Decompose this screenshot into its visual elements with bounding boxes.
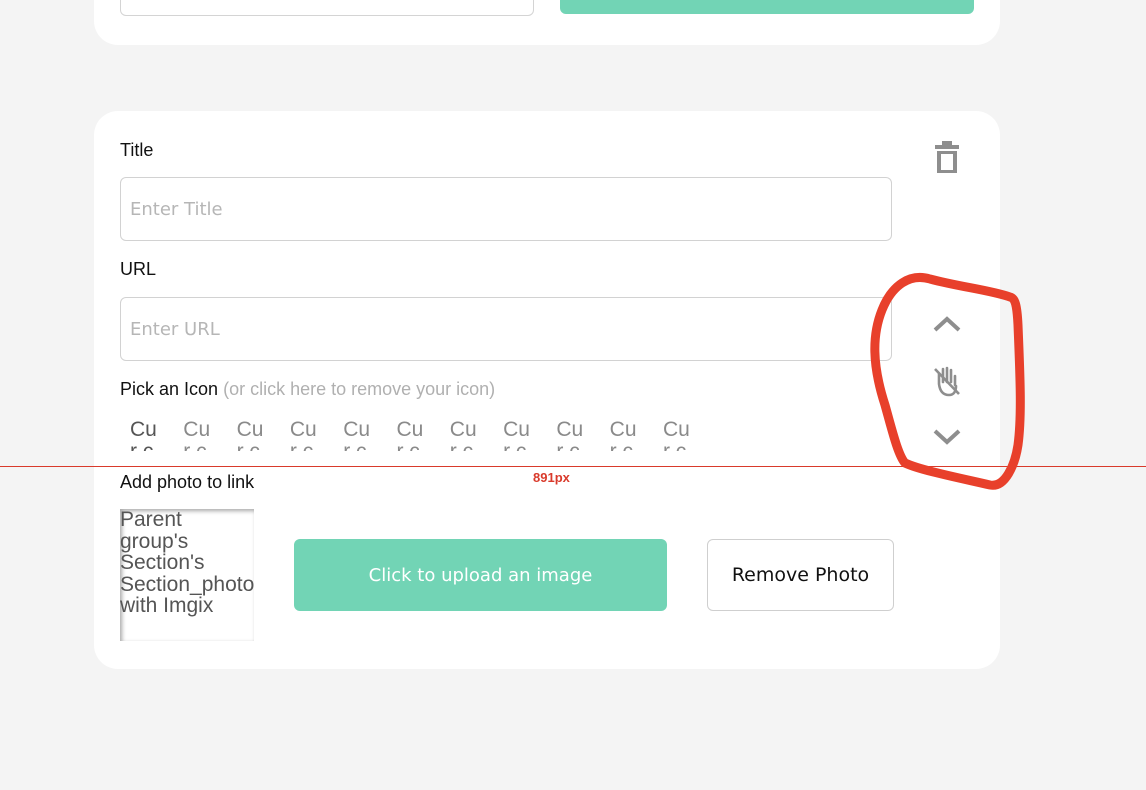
icon-picker-title: Pick an Icon [120,379,219,399]
icon-option[interactable]: Cur coll [503,419,536,451]
photo-preview: Parent group's Section's Section_photo w… [120,509,254,641]
title-input[interactable] [120,177,892,241]
ruler-width-label: 891px [533,470,570,485]
annotation-circle [870,273,1025,490]
previous-link-card [94,0,1000,45]
previous-action-button[interactable] [560,0,974,14]
remove-icon-link[interactable]: (or click here to remove your icon) [223,379,495,399]
url-input[interactable] [120,297,892,361]
trash-icon[interactable] [934,141,960,175]
icon-option[interactable]: Cur coll [237,419,270,451]
icon-option[interactable]: Cur coll [183,419,216,451]
url-label: URL [120,259,157,279]
title-label: Title [120,140,154,160]
icon-option[interactable]: Cur coll [396,419,429,451]
icon-picker-label: Pick an Icon (or click here to remove yo… [120,379,495,400]
upload-image-button[interactable]: Click to upload an image [294,539,667,611]
remove-photo-button[interactable]: Remove Photo [707,539,894,611]
add-photo-label: Add photo to link [120,472,255,492]
icon-option[interactable]: Cur coll [556,419,589,451]
icon-option[interactable]: Cur coll [610,419,643,451]
icon-option[interactable]: Cur coll [663,419,696,451]
icon-picker-row: Cur coll Cur coll Cur coll Cur coll Cur … [130,419,710,451]
icon-option[interactable]: Cur coll [343,419,376,451]
icon-option[interactable]: Cur coll [450,419,483,451]
icon-option[interactable]: Cur coll [290,419,323,451]
icon-option[interactable]: Cur coll [130,419,163,451]
previous-input-field[interactable] [120,0,534,16]
